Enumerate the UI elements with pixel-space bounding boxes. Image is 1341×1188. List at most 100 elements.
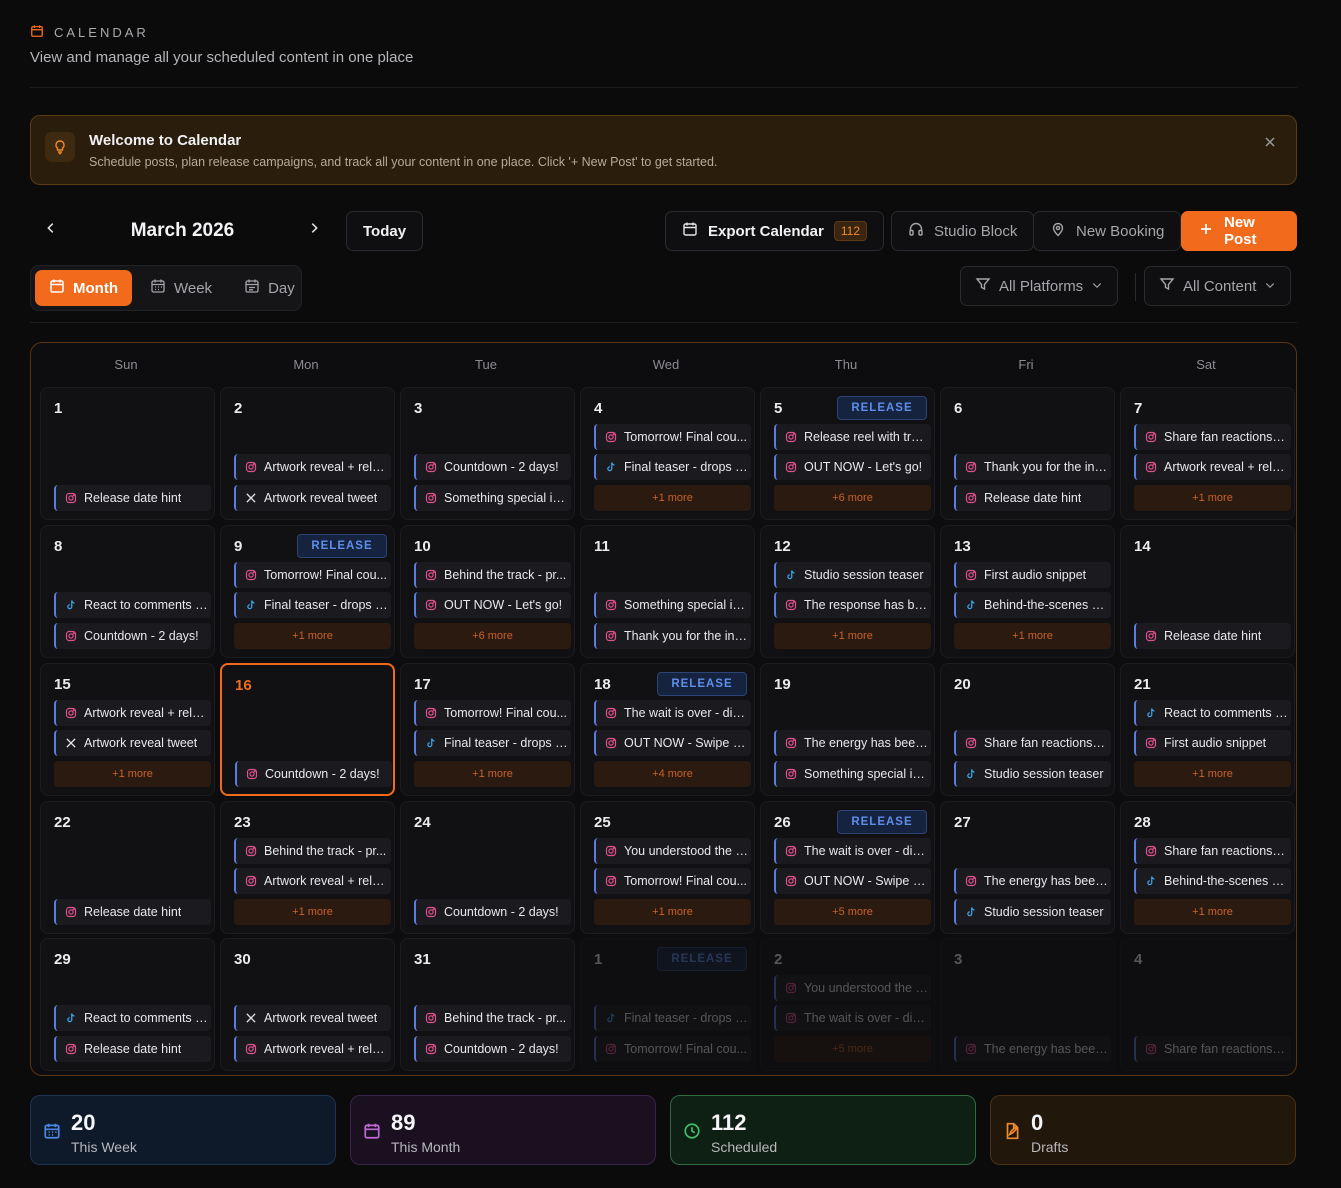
calendar-day[interactable]: 6 Thank you for the inc... Release date hi… [940, 387, 1115, 520]
post-chip[interactable]: Release date hint [54, 485, 211, 511]
calendar-day[interactable]: 8 React to comments /... Countdown - 2 day… [40, 525, 215, 658]
close-icon[interactable] [1262, 134, 1278, 150]
calendar-day[interactable]: 4 Share fan reactions /... [1120, 938, 1295, 1071]
post-chip[interactable]: Share fan reactions /... [1134, 424, 1291, 450]
content-filter[interactable]: All Content [1144, 266, 1292, 306]
post-chip[interactable]: Share fan reactions /... [1134, 1036, 1291, 1062]
post-chip[interactable]: Artwork reveal tweet [54, 730, 211, 756]
more-posts-button[interactable]: +1 more [594, 899, 751, 925]
view-month-tab[interactable]: Month [35, 270, 132, 306]
post-chip[interactable]: OUT NOW - Swipe up! [594, 730, 751, 756]
post-chip[interactable]: Artwork reveal + rele... [234, 1036, 391, 1062]
more-posts-button[interactable]: +6 more [414, 623, 571, 649]
post-chip[interactable]: The wait is over - div... [774, 838, 931, 864]
post-chip[interactable]: The energy has been... [954, 1036, 1111, 1062]
calendar-day[interactable]: 5 RELEASE Release reel with tra... OUT NOW … [760, 387, 935, 520]
post-chip[interactable]: Behind the track - pr... [414, 562, 571, 588]
calendar-day[interactable]: 19 The energy has been... Something specia… [760, 663, 935, 796]
more-posts-button[interactable]: +1 more [1134, 899, 1291, 925]
post-chip[interactable]: First audio snippet [1134, 730, 1291, 756]
post-chip[interactable]: Artwork reveal + rele... [234, 868, 391, 894]
calendar-day[interactable]: 2 Artwork reveal + rele... Artwork reveal … [220, 387, 395, 520]
post-chip[interactable]: Thank you for the inc... [594, 623, 751, 649]
post-chip[interactable]: The wait is over - div... [774, 1005, 931, 1031]
view-week-tab[interactable]: Week [136, 270, 226, 306]
post-chip[interactable]: The wait is over - div... [594, 700, 751, 726]
post-chip[interactable]: Final teaser - drops t... [594, 454, 751, 480]
post-chip[interactable]: OUT NOW - Let's go! [774, 454, 931, 480]
calendar-day[interactable]: 23 Behind the track - pr... Artwork reveal… [220, 801, 395, 934]
calendar-day[interactable]: 11 Something special is ... Thank you for … [580, 525, 755, 658]
prev-month-button[interactable] [44, 221, 64, 241]
calendar-day[interactable]: 2 You understood the v... The wait is over… [760, 938, 935, 1071]
post-chip[interactable]: First audio snippet [954, 562, 1111, 588]
post-chip[interactable]: Countdown - 2 days! [235, 761, 392, 787]
view-day-tab[interactable]: Day [230, 270, 309, 306]
calendar-day[interactable]: 28 Share fan reactions /... Behind-the-sce… [1120, 801, 1295, 934]
release-badge[interactable]: RELEASE [657, 672, 747, 696]
post-chip[interactable]: Behind-the-scenes p... [954, 592, 1111, 618]
post-chip[interactable]: Something special is ... [594, 592, 751, 618]
post-chip[interactable]: Share fan reactions /... [954, 730, 1111, 756]
calendar-day[interactable]: 24 Countdown - 2 days! [400, 801, 575, 934]
post-chip[interactable]: Countdown - 2 days! [414, 454, 571, 480]
post-chip[interactable]: Studio session teaser [954, 761, 1111, 787]
more-posts-button[interactable]: +4 more [594, 761, 751, 787]
calendar-day[interactable]: 29 React to comments /... Release date hin… [40, 938, 215, 1071]
post-chip[interactable]: Countdown - 2 days! [414, 899, 571, 925]
post-chip[interactable]: Thank you for the inc... [954, 454, 1111, 480]
more-posts-button[interactable]: +1 more [954, 623, 1111, 649]
post-chip[interactable]: Release date hint [54, 899, 211, 925]
post-chip[interactable]: You understood the v... [774, 975, 931, 1001]
more-posts-button[interactable]: +1 more [234, 623, 391, 649]
calendar-day[interactable]: 9 RELEASE Tomorrow! Final cou... Final teas… [220, 525, 395, 658]
calendar-day[interactable]: 3 Countdown - 2 days! Something special is… [400, 387, 575, 520]
post-chip[interactable]: Tomorrow! Final cou... [594, 1036, 751, 1062]
calendar-day[interactable]: 25 You understood the v... Tomorrow! Final… [580, 801, 755, 934]
post-chip[interactable]: React to comments /... [54, 592, 211, 618]
post-chip[interactable]: OUT NOW - Let's go! [414, 592, 571, 618]
new-post-button[interactable]: New Post [1181, 211, 1297, 251]
calendar-day[interactable]: 20 Share fan reactions /... Studio session… [940, 663, 1115, 796]
post-chip[interactable]: The energy has been... [774, 730, 931, 756]
calendar-day[interactable]: 14 Release date hint [1120, 525, 1295, 658]
post-chip[interactable]: You understood the v... [594, 838, 751, 864]
post-chip[interactable]: Tomorrow! Final cou... [594, 424, 751, 450]
post-chip[interactable]: Behind the track - pr... [414, 1005, 571, 1031]
release-badge[interactable]: RELEASE [297, 534, 387, 558]
more-posts-button[interactable]: +1 more [774, 623, 931, 649]
calendar-day[interactable]: 3 The energy has been... [940, 938, 1115, 1071]
calendar-day[interactable]: 4 Tomorrow! Final cou... Final teaser - dr… [580, 387, 755, 520]
calendar-day[interactable]: 17 Tomorrow! Final cou... Final teaser - d… [400, 663, 575, 796]
post-chip[interactable]: Artwork reveal tweet [234, 1005, 391, 1031]
post-chip[interactable]: Studio session teaser [954, 899, 1111, 925]
calendar-day[interactable]: 1 Release date hint [40, 387, 215, 520]
post-chip[interactable]: Artwork reveal + rele... [1134, 454, 1291, 480]
more-posts-button[interactable]: +1 more [594, 485, 751, 511]
calendar-day[interactable]: 10 Behind the track - pr... OUT NOW - Let'… [400, 525, 575, 658]
calendar-day-today[interactable]: 16 Countdown - 2 days! [220, 663, 395, 796]
post-chip[interactable]: Behind-the-scenes p... [1134, 868, 1291, 894]
studio-block-button[interactable]: Studio Block [891, 211, 1035, 251]
new-booking-button[interactable]: New Booking [1033, 211, 1182, 251]
post-chip[interactable]: Release date hint [1134, 623, 1291, 649]
post-chip[interactable]: Something special is ... [414, 485, 571, 511]
calendar-day[interactable]: 30 Artwork reveal tweet Artwork reveal + r… [220, 938, 395, 1071]
post-chip[interactable]: Artwork reveal + rele... [234, 454, 391, 480]
calendar-day[interactable]: 12 Studio session teaser The response has … [760, 525, 935, 658]
post-chip[interactable]: Release date hint [954, 485, 1111, 511]
export-calendar-button[interactable]: Export Calendar 112 [665, 211, 885, 251]
more-posts-button[interactable]: +1 more [414, 761, 571, 787]
post-chip[interactable]: The response has be... [774, 592, 931, 618]
post-chip[interactable]: Countdown - 2 days! [54, 623, 211, 649]
post-chip[interactable]: Final teaser - drops t... [414, 730, 571, 756]
calendar-day[interactable]: 1 RELEASE Final teaser - drops t... Tomorro… [580, 938, 755, 1071]
post-chip[interactable]: OUT NOW - Swipe up! [774, 868, 931, 894]
post-chip[interactable]: Artwork reveal tweet [234, 485, 391, 511]
post-chip[interactable]: Artwork reveal + rele... [54, 700, 211, 726]
calendar-day[interactable]: 13 First audio snippet Behind-the-scenes p… [940, 525, 1115, 658]
calendar-day[interactable]: 18 RELEASE The wait is over - div... OUT NO… [580, 663, 755, 796]
release-badge[interactable]: RELEASE [837, 810, 927, 834]
post-chip[interactable]: Release date hint [54, 1036, 211, 1062]
more-posts-button[interactable]: +5 more [774, 899, 931, 925]
